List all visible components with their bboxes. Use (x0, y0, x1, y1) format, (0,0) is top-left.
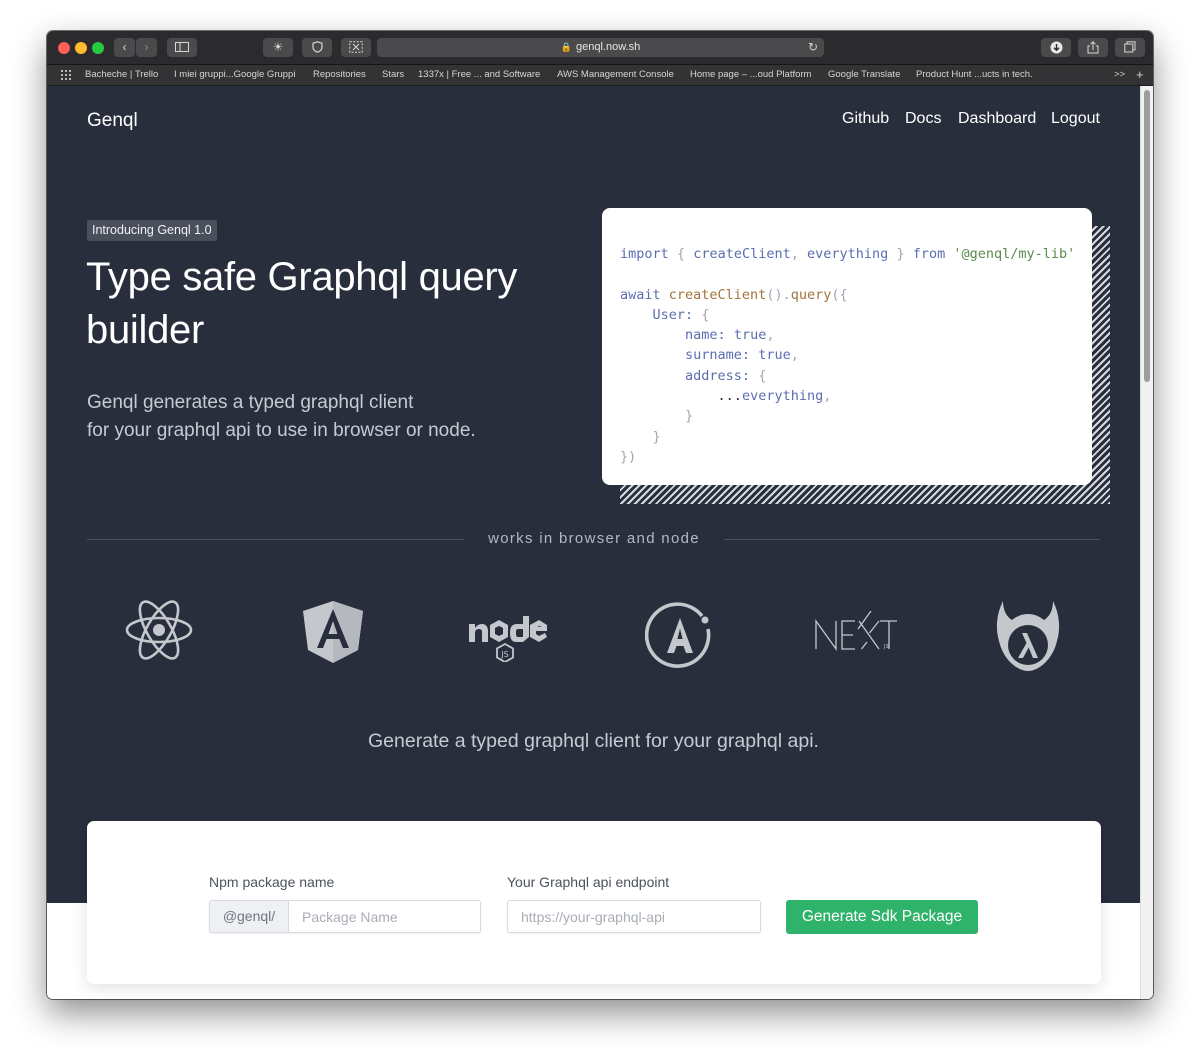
bookmark-item[interactable]: Bacheche | Trello (85, 65, 158, 85)
nav-link-docs[interactable]: Docs (905, 110, 941, 128)
nav-link-dashboard[interactable]: Dashboard (958, 110, 1036, 128)
zoom-window-button[interactable] (92, 42, 104, 54)
sdk-generator-form: Npm package name @genql/ Your Graphql ap… (87, 821, 1101, 984)
forward-button[interactable]: › (136, 38, 157, 57)
page-content: Genql Github Docs Dashboard Logout Intro… (47, 86, 1140, 999)
code-example-card: import { createClient, everything } from… (602, 208, 1092, 485)
bookmark-item[interactable]: Stars (382, 65, 404, 85)
chevron-right-icon: › (144, 40, 149, 54)
works-in-heading: works in browser and node (488, 530, 700, 547)
extension-shield-button[interactable] (302, 38, 332, 57)
capture-icon (349, 41, 363, 53)
url-text: genql.now.sh (576, 41, 641, 53)
new-tab-button[interactable]: + (1136, 65, 1144, 85)
bookmark-item[interactable]: Google Translate (828, 65, 900, 85)
endpoint-field (507, 900, 761, 933)
reload-icon[interactable]: ↻ (808, 38, 818, 57)
nodejs-icon: JS (467, 616, 547, 662)
share-icon (1087, 41, 1099, 54)
sidebar-icon (175, 42, 189, 52)
minimize-window-button[interactable] (75, 42, 87, 54)
bookmark-item[interactable]: Product Hunt ...ucts in tech. (916, 65, 1033, 85)
shield-icon (311, 41, 323, 53)
grid-icon[interactable] (61, 70, 73, 80)
hapi-icon (995, 597, 1061, 673)
generate-sdk-button[interactable]: Generate Sdk Package (786, 900, 978, 934)
bookmark-item[interactable]: I miei gruppi...Google Gruppi (174, 65, 295, 85)
scrollbar-thumb[interactable] (1144, 90, 1150, 382)
hero-subtitle-line: for your graphql api to use in browser o… (87, 420, 476, 441)
extension-capture-button[interactable] (341, 38, 371, 57)
extension-sun-button[interactable]: ☀ (263, 38, 293, 57)
hero-subtitle-line: Genql generates a typed graphql client (87, 392, 414, 413)
page-scrollbar[interactable] (1140, 86, 1153, 999)
bookmarks-bar: Bacheche | Trello I miei gruppi...Google… (47, 65, 1153, 86)
section-divider (724, 539, 1100, 540)
package-name-input[interactable] (302, 901, 472, 932)
browser-window: ‹ › ☀ 🔒 genql.now.sh ↻ Bacheche | Trello… (47, 31, 1153, 999)
hero-title: Type safe Graphql query builder (86, 255, 518, 352)
address-bar[interactable]: 🔒 genql.now.sh ↻ (377, 38, 824, 57)
sidebar-toggle-button[interactable] (167, 38, 197, 57)
tagline: Generate a typed graphql client for your… (368, 730, 819, 752)
sun-icon: ☀ (272, 40, 284, 54)
apollo-icon (645, 601, 715, 671)
svg-text:JS: JS (500, 650, 508, 659)
svg-text:JS: JS (883, 644, 889, 650)
package-scope-prefix: @genql/ (210, 901, 289, 932)
package-name-field: @genql/ (209, 900, 481, 933)
lock-icon: 🔒 (560, 42, 572, 52)
download-icon (1050, 41, 1062, 54)
share-button[interactable] (1078, 38, 1108, 57)
nav-link-github[interactable]: Github (842, 110, 889, 128)
tabs-overview-button[interactable] (1115, 38, 1145, 57)
chevron-left-icon: ‹ (122, 40, 127, 54)
hero-subtitle: Genql generates a typed graphql client f… (87, 389, 557, 445)
tabs-icon (1124, 41, 1136, 53)
site-logo[interactable]: Genql (87, 110, 138, 132)
package-name-label: Npm package name (209, 874, 335, 890)
bookmark-item[interactable]: Repositories (313, 65, 366, 85)
section-divider (87, 539, 464, 540)
downloads-button[interactable] (1041, 38, 1071, 57)
intro-badge[interactable]: Introducing Genql 1.0 (87, 220, 217, 241)
bookmark-item[interactable]: AWS Management Console (557, 65, 674, 85)
nav-link-logout[interactable]: Logout (1051, 110, 1100, 128)
close-window-button[interactable] (58, 42, 70, 54)
endpoint-label: Your Graphql api endpoint (507, 874, 670, 890)
code-snippet: import { createClient, everything } from… (620, 246, 1076, 465)
bookmark-item[interactable]: 1337x | Free ... and Software (418, 65, 540, 85)
browser-toolbar: ‹ › ☀ 🔒 genql.now.sh ↻ (47, 31, 1153, 65)
bookmarks-overflow-button[interactable]: >> (1114, 65, 1125, 85)
back-button[interactable]: ‹ (114, 38, 135, 57)
nextjs-icon: JS (813, 611, 897, 655)
hero-section: Genql Github Docs Dashboard Logout Intro… (47, 86, 1140, 903)
bookmark-item[interactable]: Home page – ...oud Platform (690, 65, 811, 85)
endpoint-input[interactable] (521, 901, 756, 932)
angular-icon (301, 599, 365, 665)
react-icon (124, 599, 194, 661)
